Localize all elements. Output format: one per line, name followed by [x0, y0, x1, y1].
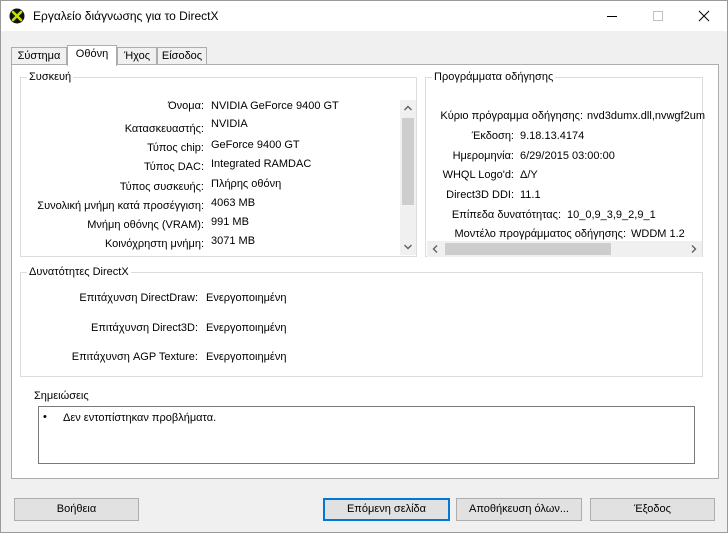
save-all-button[interactable]: Αποθήκευση όλων... [456, 498, 582, 521]
help-button[interactable]: Βοήθεια [14, 498, 139, 521]
notes-textbox[interactable]: • Δεν εντοπίστηκαν προβλήματα. [38, 406, 695, 464]
next-page-button[interactable]: Επόμενη σελίδα [323, 498, 450, 521]
directx-features-group: Δυνατότητες DirectX Επιτάχυνση DirectDra… [20, 266, 703, 377]
scroll-down-arrow-icon[interactable] [403, 242, 413, 252]
device-group: Συσκευή Όνομα: NVIDIA GeForce 9400 GT Κα… [20, 71, 417, 257]
device-vertical-scrollbar[interactable] [400, 100, 416, 255]
note-item: Δεν εντοπίστηκαν προβλήματα. [63, 412, 217, 424]
drivers-scroll-thumb[interactable] [445, 243, 611, 255]
maximize-icon [653, 11, 663, 21]
close-icon [698, 10, 710, 22]
maximize-button[interactable] [635, 1, 681, 31]
device-scroll-thumb[interactable] [402, 118, 414, 205]
scroll-left-arrow-icon[interactable] [430, 244, 440, 254]
directx-x-icon [9, 8, 25, 24]
exit-button[interactable]: Έξοδος [590, 498, 715, 521]
dxdiag-window: Εργαλείο διάγνωσης για το DirectX Σύστημ… [0, 0, 728, 533]
note-bullet: • [43, 411, 47, 423]
close-button[interactable] [681, 1, 727, 31]
directx-features-title: Δυνατότητες DirectX [27, 266, 131, 278]
tab-sound[interactable]: Ήχος [117, 47, 157, 65]
tab-input[interactable]: Είσοδος [157, 47, 207, 65]
minimize-button[interactable] [589, 1, 635, 31]
drivers-group-title: Προγράμματα οδήγησης [432, 71, 556, 83]
tab-display[interactable]: Οθόνη [67, 45, 117, 66]
window-title: Εργαλείο διάγνωσης για το DirectX [33, 9, 219, 23]
drivers-group: Προγράμματα οδήγησης Κύριο πρόγραμμα οδή… [425, 71, 705, 257]
minimize-icon [607, 16, 617, 17]
drivers-horizontal-scrollbar[interactable] [427, 241, 702, 257]
title-bar[interactable]: Εργαλείο διάγνωσης για το DirectX [1, 1, 727, 31]
scroll-up-arrow-icon[interactable] [403, 103, 413, 113]
scroll-right-arrow-icon[interactable] [689, 244, 699, 254]
display-tab-panel: Συσκευή Όνομα: NVIDIA GeForce 9400 GT Κα… [11, 64, 719, 479]
device-group-title: Συσκευή [27, 71, 74, 83]
notes-group-title: Σημειώσεις [32, 390, 91, 402]
tab-system[interactable]: Σύστημα [11, 47, 67, 65]
